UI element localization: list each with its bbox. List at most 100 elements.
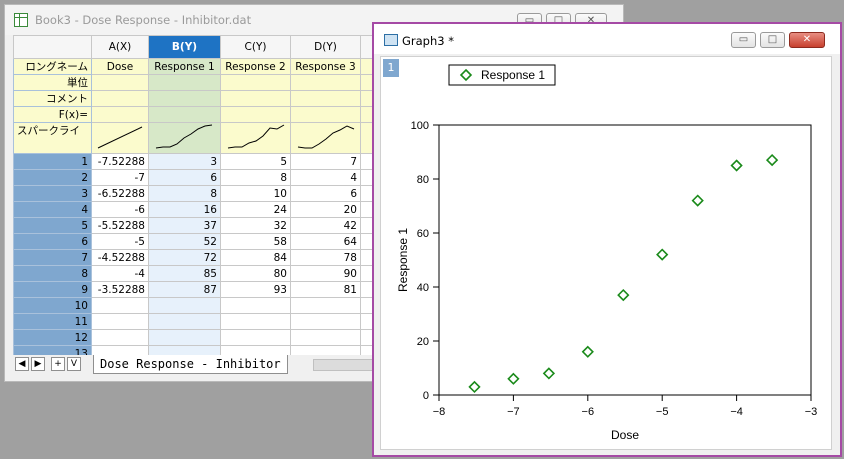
data-cell[interactable]: 42	[290, 217, 361, 234]
data-cell[interactable]: -4.52288	[91, 249, 149, 266]
long-name-cell[interactable]: Response 3	[290, 58, 361, 75]
fx-cell[interactable]	[290, 106, 361, 123]
graph-window[interactable]: Graph3 * ▭ □ ✕ 1 −8 −7 −6 −5 −4 −3 0 20 40 60 80 10…	[372, 22, 842, 457]
data-cell[interactable]	[220, 313, 291, 330]
fx-cell[interactable]	[148, 106, 221, 123]
long-name-cell[interactable]: Response 2	[220, 58, 291, 75]
sparkline-cell[interactable]	[220, 122, 291, 154]
data-cell[interactable]: 5	[220, 153, 291, 170]
data-cell[interactable]	[91, 329, 149, 346]
data-cell[interactable]: -5.52288	[91, 217, 149, 234]
row-number[interactable]: 2	[13, 169, 92, 186]
first-sheet-button[interactable]: ◀	[15, 357, 29, 371]
data-cell[interactable]: 72	[148, 249, 221, 266]
data-cell[interactable]: 8	[220, 169, 291, 186]
data-cell[interactable]: 6	[148, 169, 221, 186]
data-cell[interactable]: 6	[290, 185, 361, 202]
data-cell[interactable]: 64	[290, 233, 361, 250]
data-cell[interactable]	[220, 329, 291, 346]
row-label-sparklines[interactable]: スパークライ	[13, 122, 92, 154]
corner-cell[interactable]	[13, 35, 92, 59]
data-cell[interactable]: -6.52288	[91, 185, 149, 202]
data-cell[interactable]: 78	[290, 249, 361, 266]
long-name-cell[interactable]: Response 1	[148, 58, 221, 75]
fx-cell[interactable]	[91, 106, 149, 123]
add-sheet-button[interactable]: +	[51, 357, 65, 371]
data-cell[interactable]	[290, 297, 361, 314]
data-cell[interactable]	[91, 297, 149, 314]
data-cell[interactable]: 16	[148, 201, 221, 218]
column-header-a[interactable]: A(X)	[91, 35, 149, 59]
graph-titlebar[interactable]: Graph3 * ▭ □ ✕	[374, 24, 840, 54]
data-cell[interactable]: -5	[91, 233, 149, 250]
data-cell[interactable]: 93	[220, 281, 291, 298]
row-label-units[interactable]: 単位	[13, 74, 92, 91]
data-cell[interactable]: 32	[220, 217, 291, 234]
data-cell[interactable]: 7	[290, 153, 361, 170]
sheet-list-button[interactable]: V	[67, 357, 81, 371]
data-cell[interactable]: 37	[148, 217, 221, 234]
data-cell[interactable]	[220, 297, 291, 314]
graph-maximize-button[interactable]: □	[760, 32, 785, 48]
data-cell[interactable]: 24	[220, 201, 291, 218]
row-number[interactable]: 5	[13, 217, 92, 234]
sparkline-cell[interactable]	[91, 122, 149, 154]
sparkline-cell[interactable]	[290, 122, 361, 154]
data-cell[interactable]: -4	[91, 265, 149, 282]
data-cell[interactable]: 81	[290, 281, 361, 298]
comments-cell[interactable]	[148, 90, 221, 107]
data-cell[interactable]	[290, 313, 361, 330]
row-number[interactable]: 12	[13, 329, 92, 346]
sheet-tab-active[interactable]: Dose Response - Inhibitor	[93, 355, 288, 374]
layer-indicator[interactable]: 1	[383, 59, 399, 77]
fx-cell[interactable]	[220, 106, 291, 123]
units-cell[interactable]	[220, 74, 291, 91]
data-cell[interactable]: 90	[290, 265, 361, 282]
row-number[interactable]: 7	[13, 249, 92, 266]
data-cell[interactable]: -7.52288	[91, 153, 149, 170]
data-cell[interactable]: 84	[220, 249, 291, 266]
data-cell[interactable]: 85	[148, 265, 221, 282]
comments-cell[interactable]	[290, 90, 361, 107]
data-cell[interactable]: -3.52288	[91, 281, 149, 298]
column-header-d[interactable]: D(Y)	[290, 35, 361, 59]
data-cell[interactable]	[290, 329, 361, 346]
data-cell[interactable]	[148, 329, 221, 346]
row-number[interactable]: 8	[13, 265, 92, 282]
sparkline-cell[interactable]	[148, 122, 221, 154]
next-sheet-button[interactable]: ▶	[31, 357, 45, 371]
column-header-b[interactable]: B(Y)	[148, 35, 221, 59]
data-cell[interactable]: -7	[91, 169, 149, 186]
row-number[interactable]: 4	[13, 201, 92, 218]
row-number[interactable]: 6	[13, 233, 92, 250]
data-cell[interactable]	[148, 297, 221, 314]
comments-cell[interactable]	[220, 90, 291, 107]
row-number[interactable]: 1	[13, 153, 92, 170]
units-cell[interactable]	[148, 74, 221, 91]
data-cell[interactable]: 8	[148, 185, 221, 202]
data-cell[interactable]: 20	[290, 201, 361, 218]
data-cell[interactable]: 58	[220, 233, 291, 250]
data-cell[interactable]: -6	[91, 201, 149, 218]
row-number[interactable]: 9	[13, 281, 92, 298]
units-cell[interactable]	[290, 74, 361, 91]
row-number[interactable]: 10	[13, 297, 92, 314]
scatter-chart[interactable]: −8 −7 −6 −5 −4 −3 0 20 40 60 80 100 Dose Response 1 Re…	[381, 57, 831, 449]
data-cell[interactable]: 87	[148, 281, 221, 298]
row-number[interactable]: 3	[13, 185, 92, 202]
data-cell[interactable]	[148, 313, 221, 330]
data-cell[interactable]: 52	[148, 233, 221, 250]
data-cell[interactable]: 4	[290, 169, 361, 186]
worksheet-grid[interactable]: A(X) B(Y) C(Y) D(Y) ロングネーム Dose Response…	[13, 35, 395, 362]
graph-minimize-button[interactable]: ▭	[731, 32, 756, 48]
row-label-comments[interactable]: コメント	[13, 90, 92, 107]
column-header-c[interactable]: C(Y)	[220, 35, 291, 59]
row-number[interactable]: 11	[13, 313, 92, 330]
graph-page[interactable]: 1 −8 −7 −6 −5 −4 −3 0 20 40 60 80 100 Dose Response 1…	[380, 56, 832, 450]
data-cell[interactable]	[91, 313, 149, 330]
long-name-cell[interactable]: Dose	[91, 58, 149, 75]
units-cell[interactable]	[91, 74, 149, 91]
data-cell[interactable]: 10	[220, 185, 291, 202]
data-cell[interactable]: 3	[148, 153, 221, 170]
row-label-long-name[interactable]: ロングネーム	[13, 58, 92, 75]
